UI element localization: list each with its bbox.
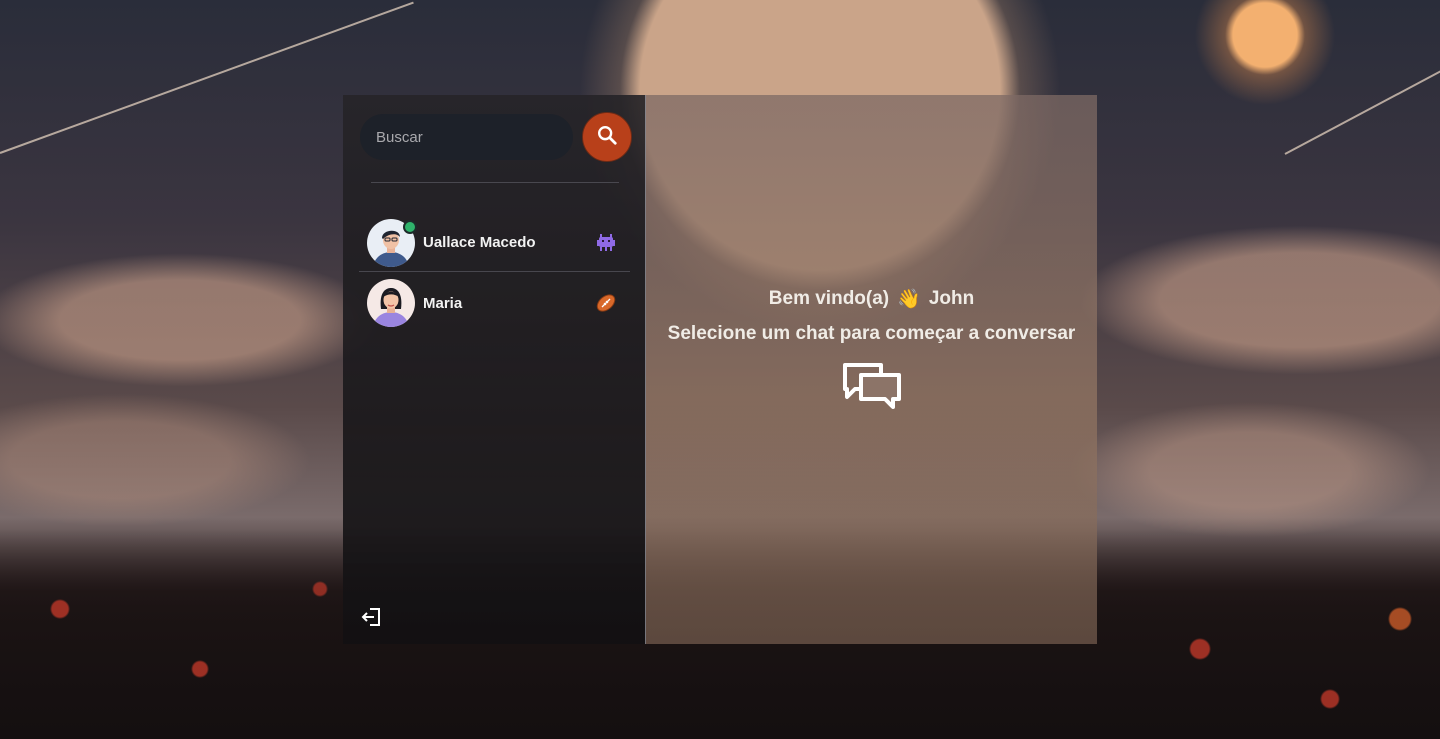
conversation-item-uallace[interactable]: Uallace Macedo — [359, 214, 630, 272]
chat-bubbles-icon — [841, 361, 903, 416]
welcome-message: Bem vindo(a) 👋 John — [769, 287, 974, 311]
sidebar: Uallace Macedo — [343, 95, 646, 644]
chat-area: Bem vindo(a) 👋 John Selecione um chat pa… — [646, 95, 1097, 644]
search-button[interactable] — [582, 112, 632, 162]
logout-icon — [361, 608, 383, 632]
welcome-subtitle: Selecione um chat para começar a convers… — [667, 323, 1076, 344]
welcome-user-name: John — [928, 288, 975, 309]
conversation-name: Maria — [423, 294, 463, 312]
search-bar — [360, 112, 632, 162]
avatar — [367, 279, 415, 327]
search-input[interactable] — [360, 114, 573, 160]
welcome-greeting: Bem vindo(a) — [768, 288, 890, 309]
football-icon — [594, 291, 618, 315]
avatar — [367, 218, 417, 267]
search-icon — [596, 124, 618, 151]
logout-button[interactable] — [361, 606, 383, 628]
alien-monster-icon — [594, 231, 618, 255]
conversation-item-maria[interactable]: Maria — [359, 274, 630, 332]
shooting-star — [1284, 68, 1440, 155]
chat-app-panel: Uallace Macedo — [343, 95, 1097, 644]
online-indicator — [403, 219, 417, 234]
waving-hand-icon: 👋 — [897, 289, 921, 310]
conversation-name: Uallace Macedo — [423, 234, 536, 251]
sidebar-divider — [371, 182, 619, 183]
